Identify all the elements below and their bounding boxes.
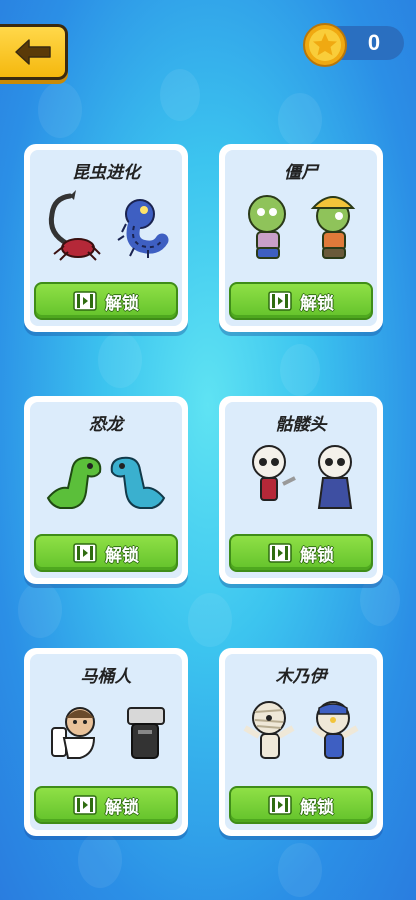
unlock-button[interactable]: 解锁 (229, 786, 373, 824)
coin-icon (303, 23, 347, 67)
video-ad-icon (73, 291, 97, 311)
card-title: 僵尸 (284, 163, 318, 183)
card-title: 昆虫进化 (72, 163, 140, 183)
unlock-label: 解锁 (300, 797, 334, 818)
card-insect-evolution[interactable]: 昆虫进化 解锁 (24, 144, 188, 332)
unlock-button[interactable]: 解锁 (229, 282, 373, 320)
zombies-illustration (248, 195, 356, 259)
scorpion-centipede-illustration (48, 190, 169, 261)
card-zombies[interactable]: 僵尸 解锁 (219, 144, 383, 332)
skeletons-illustration (252, 445, 353, 509)
unlock-label: 解锁 (105, 545, 139, 566)
mummies-illustration (243, 701, 359, 759)
video-ad-icon (73, 543, 97, 563)
coin-count: 0 (367, 30, 381, 55)
card-skulls[interactable]: 骷髅头 解锁 (219, 396, 383, 584)
unlock-button[interactable]: 解锁 (229, 534, 373, 572)
card-title: 恐龙 (89, 415, 123, 435)
back-button[interactable] (0, 24, 68, 80)
unlock-button[interactable]: 解锁 (34, 786, 178, 824)
card-mummy[interactable]: 木乃伊 解锁 (219, 648, 383, 836)
card-title: 骷髅头 (275, 415, 327, 435)
video-ad-icon (268, 795, 292, 815)
arrow-left-icon (14, 39, 51, 65)
video-ad-icon (268, 291, 292, 311)
unlock-label: 解锁 (300, 293, 334, 314)
dinosaurs-illustration (46, 456, 166, 509)
video-ad-icon (73, 795, 97, 815)
card-dinosaurs[interactable]: 恐龙 解锁 (24, 396, 188, 584)
video-ad-icon (268, 543, 292, 563)
toilet-camera-illustration (51, 707, 165, 759)
card-title: 木乃伊 (275, 667, 327, 687)
unlock-label: 解锁 (105, 293, 139, 314)
unlock-button[interactable]: 解锁 (34, 282, 178, 320)
unlock-label: 解锁 (300, 545, 334, 566)
card-toilet-man[interactable]: 马桶人 解锁 (24, 648, 188, 836)
card-title: 马桶人 (80, 667, 132, 687)
unlock-label: 解锁 (105, 797, 139, 818)
unlock-button[interactable]: 解锁 (34, 534, 178, 572)
